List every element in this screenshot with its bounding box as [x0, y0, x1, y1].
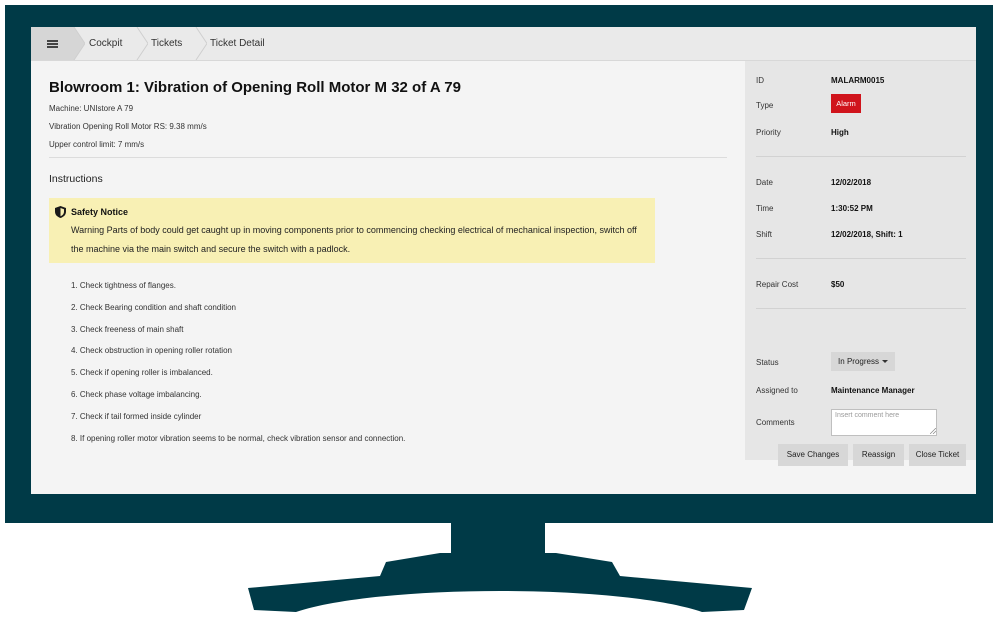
monitor-neck	[451, 523, 545, 563]
instructions-heading: Instructions	[49, 173, 103, 185]
id-label: ID	[756, 76, 764, 85]
list-item: 4. Check obstruction in opening roller r…	[71, 346, 232, 356]
list-item: 1. Check tightness of flanges.	[71, 281, 176, 290]
safety-notice-title: Safety Notice	[71, 207, 129, 217]
safety-notice: Safety Notice Warning Parts of body coul…	[49, 198, 655, 263]
assigned-to-label: Assigned to	[756, 386, 798, 395]
breadcrumb-separator-icon	[195, 27, 207, 60]
breadcrumb-separator-icon	[73, 27, 85, 60]
breadcrumb-cockpit[interactable]: Cockpit	[89, 27, 122, 60]
panel-divider	[756, 258, 966, 259]
menu-button[interactable]	[31, 27, 73, 60]
date-label: Date	[756, 178, 773, 187]
assigned-to-value: Maintenance Manager	[831, 386, 915, 395]
ticket-control-limit: Upper control limit: 7 mm/s	[49, 140, 145, 149]
list-item: 3. Check freeness of main shaft	[71, 324, 184, 334]
status-dropdown[interactable]: In Progress	[831, 352, 895, 371]
screen: Cockpit Tickets Ticket Detail Blowroom 1…	[31, 27, 976, 494]
priority-label: Priority	[756, 128, 781, 137]
list-item: 8. If opening roller motor vibration see…	[71, 433, 406, 443]
status-value: In Progress	[838, 357, 879, 366]
breadcrumb-ticket-detail: Ticket Detail	[210, 38, 265, 49]
time-value: 1:30:52 PM	[831, 204, 873, 213]
ticket-machine: Machine: UNIstore A 79	[49, 104, 134, 113]
safety-notice-body: Warning Parts of body could get caught u…	[71, 225, 637, 254]
status-label: Status	[756, 358, 779, 367]
list-item: 7. Check if tail formed inside cylinder	[71, 411, 202, 421]
ticket-details-panel: ID MALARM0015 Type Alarm Priority High D…	[745, 61, 976, 466]
time-label: Time	[756, 204, 774, 213]
shield-icon	[55, 206, 66, 218]
ticket-main-content: Blowroom 1: Vibration of Opening Roll Mo…	[31, 61, 745, 494]
panel-divider	[756, 308, 966, 309]
top-nav-bar: Cockpit Tickets Ticket Detail	[31, 27, 976, 61]
id-value: MALARM0015	[831, 76, 885, 85]
list-item: 2. Check Bearing condition and shaft con…	[71, 302, 236, 312]
type-label: Type	[756, 101, 774, 110]
shift-label: Shift	[756, 230, 773, 239]
breadcrumb-tickets[interactable]: Tickets	[151, 27, 182, 60]
comments-input[interactable]	[831, 409, 937, 436]
close-ticket-button[interactable]: Close Ticket	[909, 444, 966, 466]
comments-label: Comments	[756, 418, 795, 427]
section-divider	[49, 157, 727, 158]
caret-down-icon	[881, 360, 888, 364]
panel-divider	[756, 156, 966, 157]
list-item: 5. Check if opening roller is imbalanced…	[71, 368, 213, 378]
ticket-vibration-reading: Vibration Opening Roll Motor RS: 9.38 mm…	[49, 122, 207, 131]
priority-value: High	[831, 128, 849, 137]
shift-value: 12/02/2018, Shift: 1	[831, 230, 903, 239]
instruction-steps: 1. Check tightness of flanges. 2. Check …	[71, 275, 405, 449]
save-changes-button[interactable]: Save Changes	[778, 444, 848, 466]
list-item: 6. Check phase voltage imbalancing.	[71, 389, 202, 399]
type-badge: Alarm	[831, 94, 861, 113]
repair-cost-value: $50	[831, 280, 845, 289]
date-value: 12/02/2018	[831, 178, 872, 187]
breadcrumb-separator-icon	[136, 27, 148, 60]
ticket-title: Blowroom 1: Vibration of Opening Roll Mo…	[49, 79, 461, 96]
repair-cost-label: Repair Cost	[756, 280, 799, 289]
reassign-button[interactable]: Reassign	[853, 444, 904, 466]
hamburger-icon	[46, 39, 58, 48]
